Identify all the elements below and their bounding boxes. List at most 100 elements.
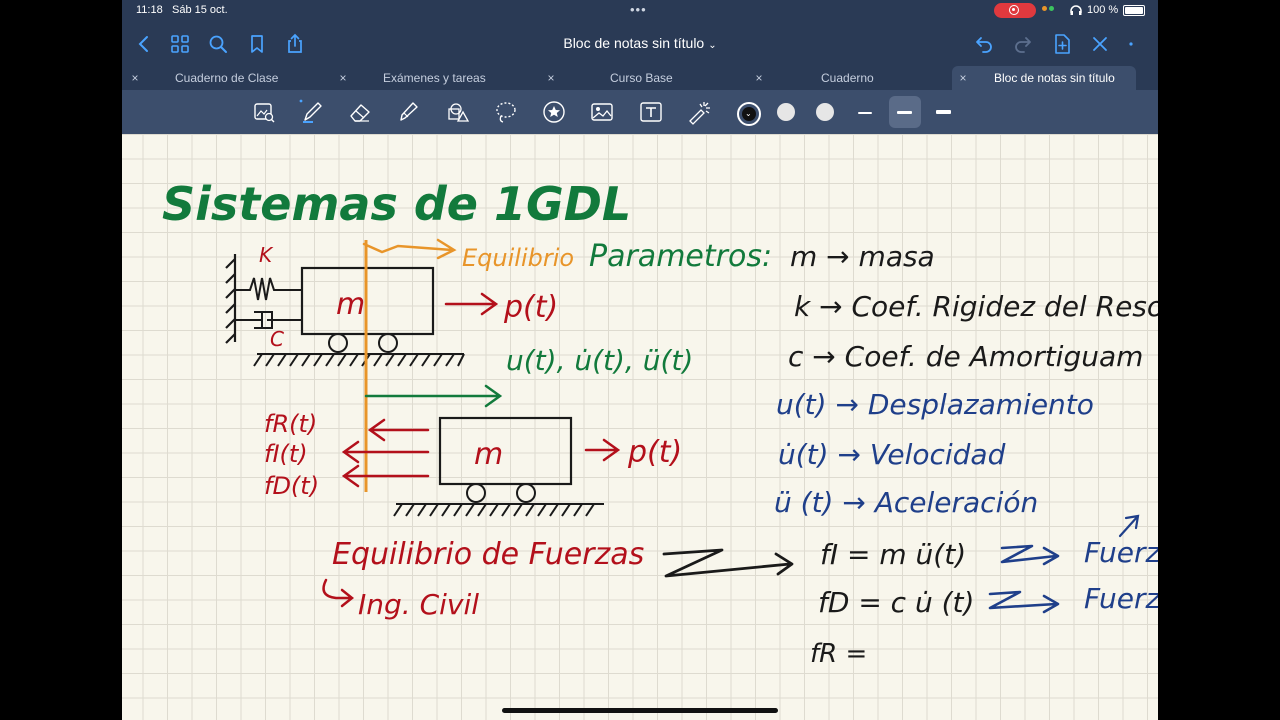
tab-close-icon[interactable]: × bbox=[544, 66, 558, 90]
multitasking-dots-icon[interactable]: ••• bbox=[630, 2, 647, 17]
tab-close-icon[interactable]: × bbox=[956, 66, 970, 90]
force-arrow-1 bbox=[444, 292, 499, 316]
mass-block-2 bbox=[438, 416, 573, 486]
undo-icon[interactable] bbox=[972, 32, 996, 56]
spring-k bbox=[235, 277, 302, 301]
tab-close-icon[interactable]: × bbox=[336, 66, 350, 90]
parametros-label: Parametros: bbox=[589, 239, 772, 274]
close-icon[interactable] bbox=[1088, 32, 1112, 56]
damper-c bbox=[235, 311, 302, 329]
text-icon[interactable] bbox=[638, 99, 664, 125]
color-black-swatch[interactable]: ⌄ bbox=[737, 102, 761, 126]
equilibrio-label: Equilibrio bbox=[462, 244, 574, 272]
chevron-down-icon: ⌄ bbox=[708, 40, 717, 51]
c-label: C bbox=[270, 327, 284, 351]
color-gray-swatch[interactable] bbox=[816, 103, 834, 121]
battery-percent: 100 % bbox=[1087, 4, 1119, 16]
laser-pointer-icon[interactable] bbox=[686, 99, 712, 125]
tab-label: Cuaderno de Clase bbox=[175, 71, 279, 85]
force-p-label-1: p(t) bbox=[503, 290, 558, 325]
fuerza-label-2: Fuerz bbox=[1084, 582, 1158, 615]
param-m: m → masa bbox=[790, 240, 935, 273]
shapes-icon[interactable] bbox=[444, 99, 470, 125]
search-icon[interactable] bbox=[206, 32, 230, 56]
eq-fi: fI = m ü(t) bbox=[820, 538, 966, 571]
drawing-toolbar: ⌄ bbox=[122, 90, 1158, 134]
tab-examenes-y-tareas[interactable]: × Exámenes y tareas bbox=[330, 66, 538, 90]
back-icon[interactable] bbox=[132, 32, 156, 56]
ground-1 bbox=[253, 353, 465, 367]
status-bar: 11:18 Sáb 15 oct. ••• 100 % bbox=[122, 0, 1158, 22]
share-icon[interactable] bbox=[283, 32, 307, 56]
notebook-page[interactable]: Sistemas de 1GDL K C m Equilibrio Parame… bbox=[122, 134, 1158, 720]
wheel bbox=[378, 333, 398, 353]
battery-icon bbox=[1123, 4, 1146, 16]
app-screen: 11:18 Sáb 15 oct. ••• 100 % Bloc de nota… bbox=[122, 0, 1158, 720]
pen-icon[interactable] bbox=[299, 99, 325, 125]
mass-label-1: m bbox=[336, 287, 365, 322]
fi-label: fI(t) bbox=[264, 440, 308, 468]
lasso-icon[interactable] bbox=[493, 99, 519, 125]
image-icon[interactable] bbox=[589, 99, 615, 125]
hook-arrow bbox=[322, 578, 355, 608]
force-arrow-2 bbox=[584, 438, 621, 462]
eq-fd: fD = c u̇ (t) bbox=[818, 586, 974, 619]
wheel bbox=[466, 483, 486, 503]
tab-label: Exámenes y tareas bbox=[383, 71, 486, 85]
mass-label-2: m bbox=[474, 437, 503, 472]
notes-title: Sistemas de 1GDL bbox=[162, 177, 631, 231]
tab-cuaderno-de-clase[interactable]: × Cuaderno de Clase bbox=[122, 66, 330, 90]
redo-icon[interactable] bbox=[1011, 32, 1035, 56]
document-title-text: Bloc de notas sin título bbox=[563, 35, 705, 51]
highlighter-icon[interactable] bbox=[395, 99, 421, 125]
status-time: 11:18 bbox=[136, 4, 163, 16]
eraser-icon[interactable] bbox=[347, 99, 373, 125]
fr-label: fR(t) bbox=[264, 410, 317, 438]
zoom-icon[interactable] bbox=[251, 99, 277, 125]
new-page-icon[interactable] bbox=[1050, 32, 1074, 56]
responses-label: u(t), u̇(t), ü(t) bbox=[506, 344, 693, 377]
status-date: Sáb 15 oct. bbox=[172, 4, 228, 16]
document-title[interactable]: Bloc de notas sin título ⌄ bbox=[563, 35, 716, 51]
wheel bbox=[516, 483, 536, 503]
fd-arrow bbox=[341, 464, 430, 488]
force-p-label-2: p(t) bbox=[627, 435, 682, 470]
status-right: 100 % bbox=[1070, 4, 1146, 16]
equilibrium-arrow bbox=[362, 238, 457, 260]
z-arrow-blue-2 bbox=[988, 590, 1060, 614]
stroke-thick[interactable] bbox=[936, 110, 951, 114]
param-v: u̇(t) → Velocidad bbox=[778, 438, 1006, 471]
z-arrow-blue-1 bbox=[1000, 544, 1060, 566]
screen-recording-icon[interactable] bbox=[994, 3, 1036, 18]
param-a: ü (t) → Aceleración bbox=[774, 486, 1038, 519]
headphones-icon bbox=[1070, 5, 1082, 15]
eq-fr: fR = bbox=[810, 639, 867, 669]
stroke-medium[interactable] bbox=[897, 111, 912, 114]
tab-label: Bloc de notas sin título bbox=[994, 71, 1115, 85]
more-icon[interactable] bbox=[1126, 32, 1136, 56]
fuerza-label-1: Fuerz bbox=[1084, 536, 1158, 569]
param-c: c → Coef. de Amortiguam bbox=[788, 340, 1143, 373]
navigation-bar: Bloc de notas sin título ⌄ bbox=[122, 22, 1158, 66]
tab-bar: × Cuaderno de Clase × Exámenes y tareas … bbox=[122, 66, 1158, 172]
sticker-icon[interactable] bbox=[541, 99, 567, 125]
tab-curso-base[interactable]: × Curso Base bbox=[538, 66, 746, 90]
bookmark-icon[interactable] bbox=[245, 32, 269, 56]
tab-close-icon[interactable]: × bbox=[752, 66, 766, 90]
stroke-thin[interactable] bbox=[858, 112, 872, 114]
wall-support bbox=[225, 254, 237, 344]
ing-civil-label: Ing. Civil bbox=[358, 588, 479, 621]
privacy-indicators bbox=[1042, 4, 1062, 14]
handwriting-canvas: Sistemas de 1GDL K C m Equilibrio Parame… bbox=[162, 177, 1158, 669]
color-white-swatch[interactable] bbox=[777, 103, 795, 121]
tab-cuaderno[interactable]: × Cuaderno bbox=[746, 66, 952, 90]
tab-bloc-de-notas[interactable]: × Bloc de notas sin título bbox=[952, 66, 1136, 90]
grid-icon[interactable] bbox=[168, 32, 192, 56]
tab-close-icon[interactable]: × bbox=[128, 66, 142, 90]
fr-arrow bbox=[367, 418, 430, 442]
document-title-area: Bloc de notas sin título ⌄ bbox=[122, 35, 1158, 51]
home-indicator[interactable] bbox=[502, 708, 778, 713]
param-u: u(t) → Desplazamiento bbox=[776, 388, 1094, 421]
displacement-arrow bbox=[364, 384, 503, 408]
tab-label: Cuaderno bbox=[821, 71, 874, 85]
